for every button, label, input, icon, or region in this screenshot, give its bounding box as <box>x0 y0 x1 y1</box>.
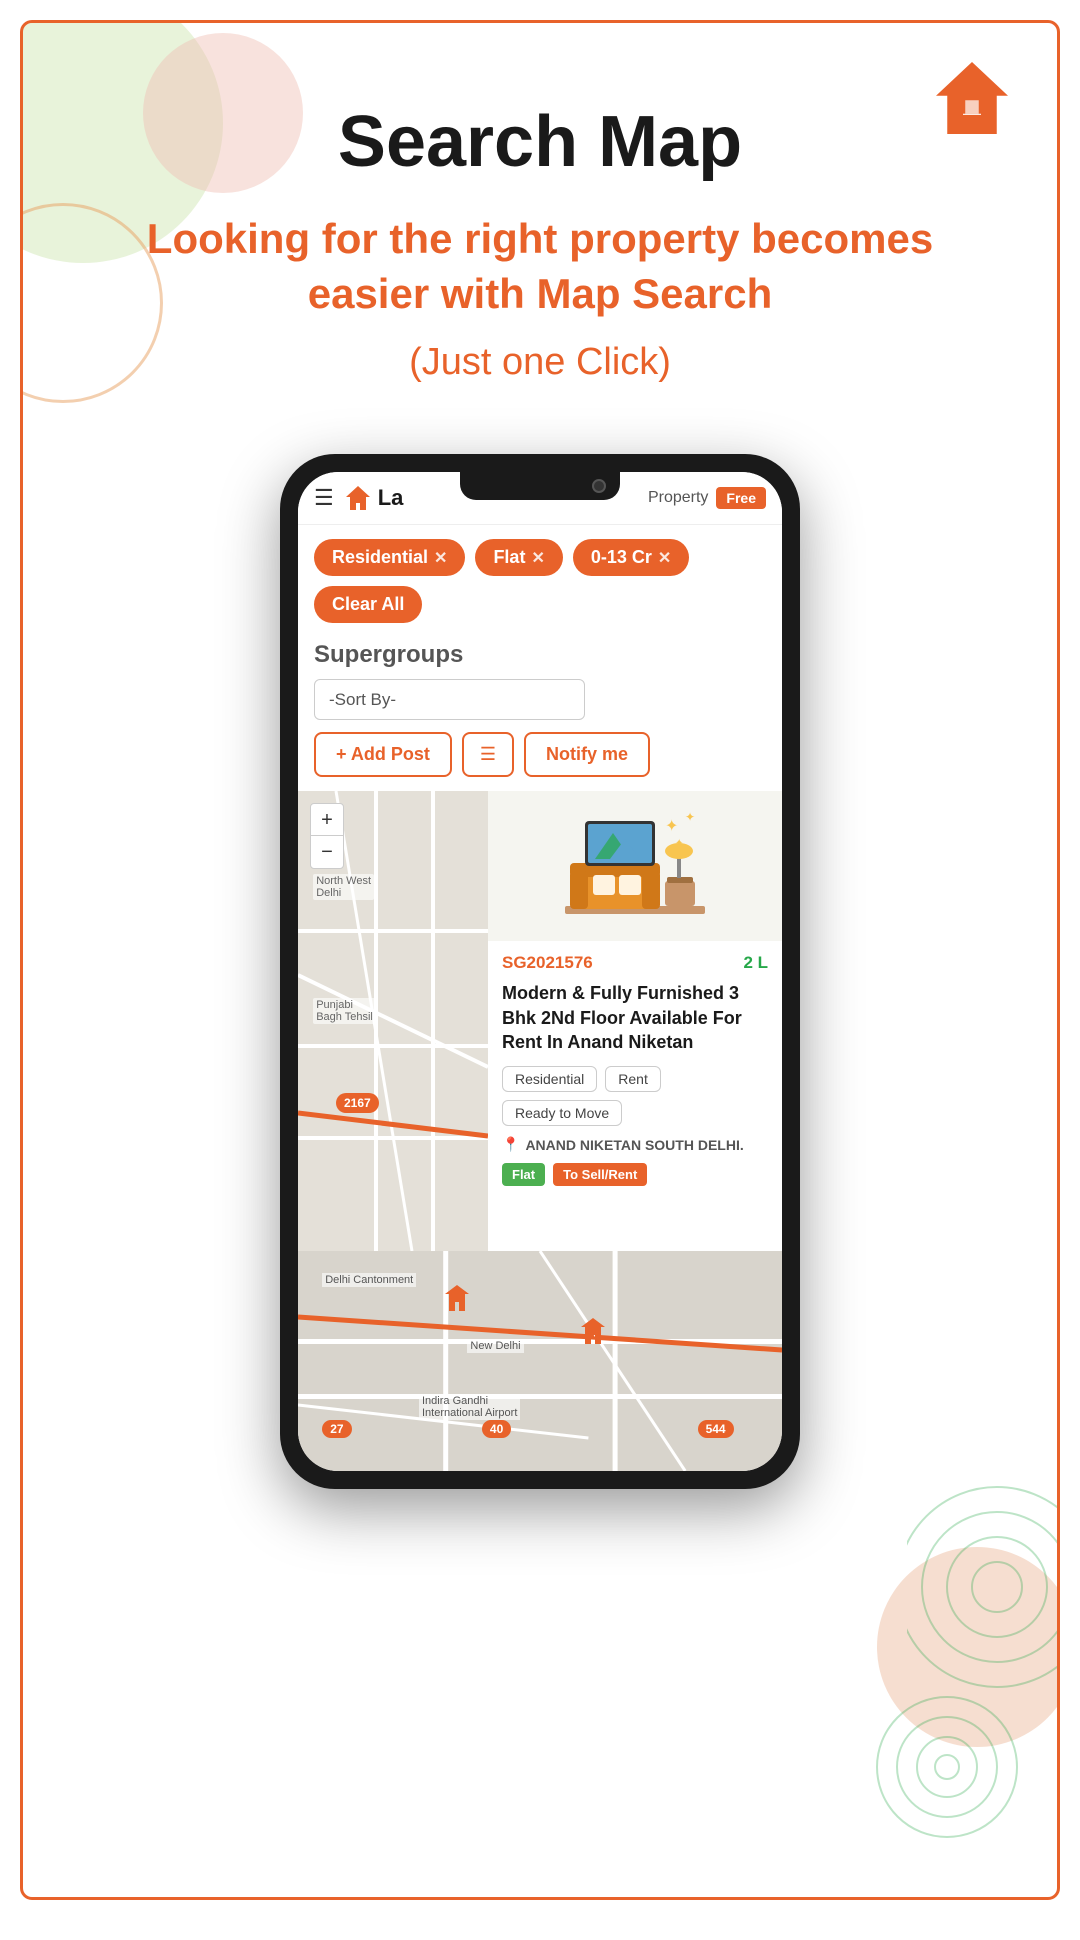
outer-border: Search Map Looking for the right propert… <box>20 20 1060 1900</box>
bmap-label-airport: Indira GandhiInternational Airport <box>419 1394 520 1420</box>
listing-tags: Residential Rent Ready to Move <box>502 1066 768 1126</box>
listing-price: 2 L <box>743 953 768 973</box>
app-bar-right: Property Free <box>648 487 766 509</box>
chip-residential-remove[interactable]: ✕ <box>434 548 447 568</box>
listing-id: SG2021576 <box>502 953 593 973</box>
add-post-button[interactable]: + Add Post <box>314 732 452 777</box>
supergroups-label: Supergroups <box>298 637 782 679</box>
tag-flat: Flat <box>502 1163 545 1186</box>
map-zoom-controls: + − <box>310 803 344 869</box>
map-label-nwdelhi: North WestDelhi <box>313 874 374 900</box>
clear-all-button[interactable]: Clear All <box>314 586 422 623</box>
property-label: Property <box>648 489 708 507</box>
map-panel: North WestDelhi PunjabiBagh Tehsil 2167 … <box>298 791 488 1251</box>
chip-residential[interactable]: Residential ✕ <box>314 539 465 576</box>
content-area: North WestDelhi PunjabiBagh Tehsil 2167 … <box>298 791 782 1251</box>
phone-outer: ☰ La Property Free <box>280 454 800 1489</box>
bmap-number-40: 40 <box>482 1420 511 1438</box>
listing-tag-ready: Ready to Move <box>502 1100 622 1126</box>
header-section: Search Map Looking for the right propert… <box>23 23 1057 444</box>
notify-me-button[interactable]: Notify me <box>524 732 650 777</box>
chip-flat[interactable]: Flat ✕ <box>475 539 562 576</box>
app-bar-left: ☰ La <box>314 484 403 512</box>
chip-flat-label: Flat <box>493 547 525 568</box>
filter-chips-row: Residential ✕ Flat ✕ 0-13 Cr ✕ Clear All <box>298 525 782 637</box>
sort-select[interactable]: -Sort By- Price: Low to High Price: High… <box>314 679 585 720</box>
svg-text:✦: ✦ <box>665 818 678 835</box>
phone-notch <box>460 472 620 500</box>
chip-price-label: 0-13 Cr <box>591 547 652 568</box>
svg-text:✦: ✦ <box>685 810 695 824</box>
furniture-illustration: ✦ ✦ ✦ <box>555 801 715 931</box>
main-title: Search Map <box>23 103 1057 182</box>
listing-tag-residential: Residential <box>502 1066 597 1092</box>
listing-location-row: 📍 ANAND NIKETAN SOUTH DELHI. <box>502 1136 768 1153</box>
svg-text:✦: ✦ <box>675 838 683 849</box>
list-view-button[interactable]: ☰ <box>462 732 514 777</box>
map-zoom-in-button[interactable]: + <box>311 804 343 836</box>
map-zoom-out-button[interactable]: − <box>311 836 343 868</box>
phone-screen: ☰ La Property Free <box>298 472 782 1471</box>
listing-id-row: SG2021576 2 L <box>502 953 768 973</box>
chip-price-remove[interactable]: ✕ <box>658 548 671 568</box>
deco-spiral-green-bottom <box>867 1687 1027 1847</box>
listing-info: SG2021576 2 L Modern & Fully Furnished 3… <box>488 941 782 1198</box>
bmap-number-27: 27 <box>322 1420 351 1438</box>
app-logo-icon <box>344 484 372 512</box>
listing-card[interactable]: ✦ ✦ ✦ SG2021576 2 L Modern & Fully Furni… <box>488 791 782 1251</box>
deco-spiral-right <box>907 1477 1060 1697</box>
sort-row: -Sort By- Price: Low to High Price: High… <box>298 679 782 732</box>
app-logo-text: La <box>378 485 404 511</box>
listing-bottom-tags: Flat To Sell/Rent <box>502 1163 768 1186</box>
map-label-punjabi: PunjabiBagh Tehsil <box>313 998 376 1024</box>
bmap-number-544: 544 <box>698 1420 734 1438</box>
phone-mockup: ☰ La Property Free <box>23 454 1057 1489</box>
chip-flat-remove[interactable]: ✕ <box>531 548 544 568</box>
bottom-map: Delhi Cantonment New Delhi Indira Gandhi… <box>298 1251 782 1471</box>
location-pin-icon: 📍 <box>502 1136 519 1153</box>
action-buttons-row: + Add Post ☰ Notify me <box>298 732 782 791</box>
tag-sell-rent: To Sell/Rent <box>553 1163 647 1186</box>
free-badge: Free <box>716 487 766 509</box>
phone-camera <box>592 479 606 493</box>
app-logo: La <box>344 484 404 512</box>
bmap-pin-1 <box>443 1284 471 1312</box>
bmap-label-delhi-cant: Delhi Cantonment <box>322 1273 416 1287</box>
map-number-2167: 2167 <box>336 1093 379 1113</box>
list-icon: ☰ <box>480 744 496 764</box>
chip-residential-label: Residential <box>332 547 428 568</box>
hamburger-icon[interactable]: ☰ <box>314 485 334 511</box>
listing-title: Modern & Fully Furnished 3 Bhk 2Nd Floor… <box>502 981 768 1054</box>
bmap-pin-2 <box>579 1317 607 1345</box>
subtitle: Looking for the right property becomes e… <box>23 212 1057 321</box>
listing-location: ANAND NIKETAN SOUTH DELHI. <box>525 1137 743 1153</box>
tagline: (Just one Click) <box>23 341 1057 384</box>
listing-image: ✦ ✦ ✦ <box>488 791 782 941</box>
listing-tag-rent: Rent <box>605 1066 661 1092</box>
chip-price[interactable]: 0-13 Cr ✕ <box>573 539 689 576</box>
bmap-label-new-delhi: New Delhi <box>467 1339 523 1353</box>
